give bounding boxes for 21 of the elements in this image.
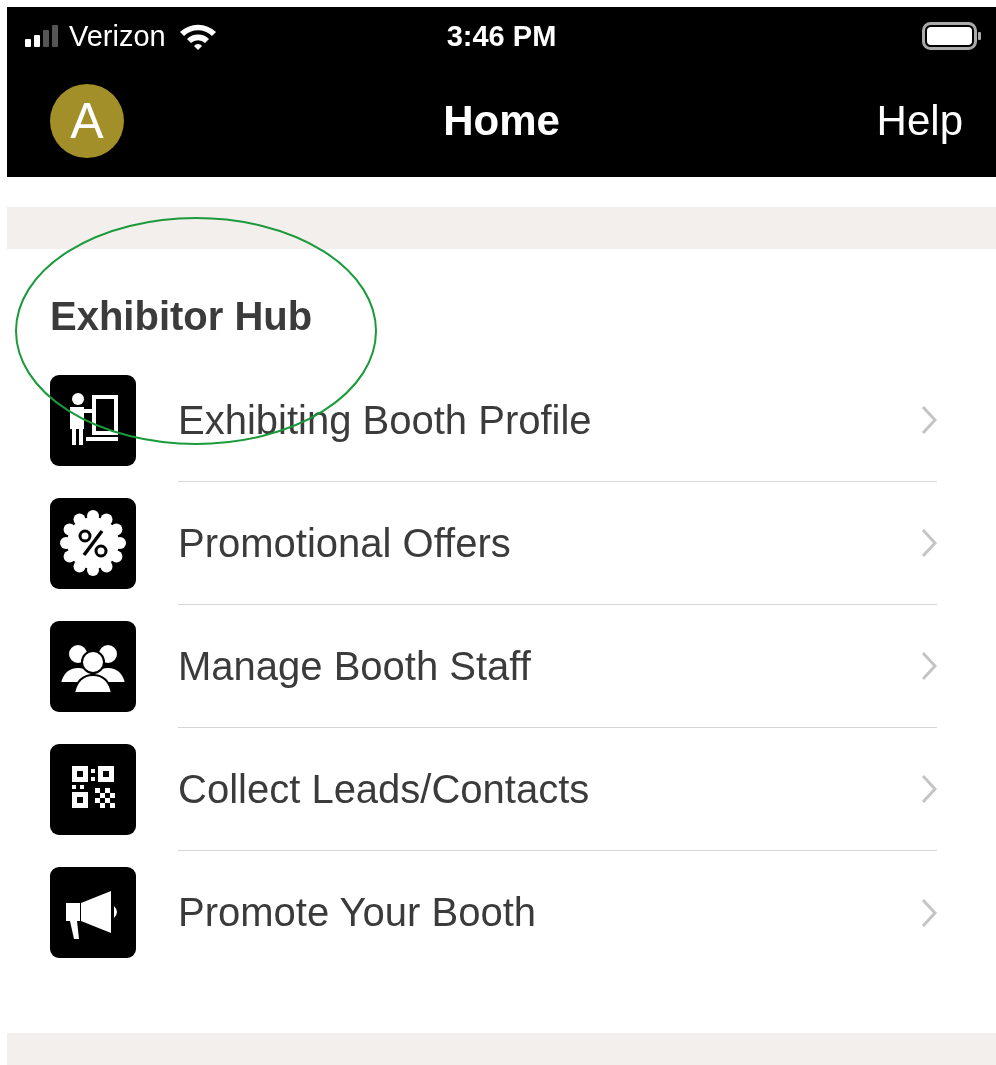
carrier-name: Verizon bbox=[69, 19, 166, 53]
status-time: 3:46 PM bbox=[446, 19, 557, 53]
menu-item[interactable]: Promote Your Booth bbox=[178, 851, 937, 974]
chevron-right-icon bbox=[921, 774, 937, 804]
chevron-right-icon bbox=[921, 897, 937, 928]
chevron-right-icon bbox=[921, 528, 937, 558]
presenter-icon bbox=[50, 375, 136, 466]
megaphone-icon bbox=[50, 867, 136, 958]
battery-icon bbox=[922, 22, 982, 50]
people-icon bbox=[50, 621, 136, 712]
menu-item[interactable]: Collect Leads/Contacts bbox=[178, 728, 937, 851]
qr-code-icon bbox=[50, 744, 136, 835]
help-link[interactable]: Help bbox=[876, 97, 963, 145]
percent-badge-icon bbox=[50, 498, 136, 589]
menu-item[interactable]: Promotional Offers bbox=[178, 482, 937, 605]
section-heading: Exhibitor Hub bbox=[50, 293, 314, 339]
chevron-right-icon bbox=[921, 405, 937, 435]
page-title: Home bbox=[443, 97, 560, 145]
menu-item[interactable]: Manage Booth Staff bbox=[178, 605, 937, 728]
chevron-right-icon bbox=[921, 651, 937, 681]
signal-icon bbox=[25, 25, 61, 47]
